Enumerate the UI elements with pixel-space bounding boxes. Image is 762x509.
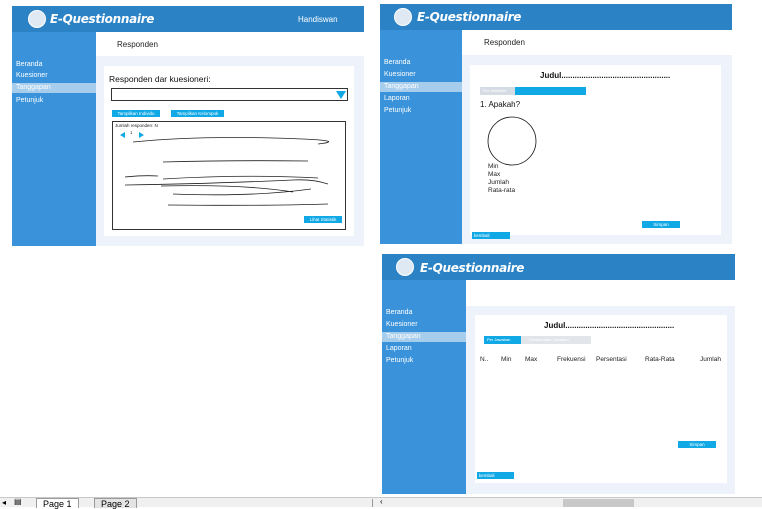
nav-petunjuk[interactable]: Petunjuk bbox=[380, 106, 462, 116]
nav-laporan[interactable]: Laporan bbox=[380, 94, 462, 104]
nav-beranda[interactable]: Beranda bbox=[12, 60, 96, 70]
question-text: 1. Apakah? bbox=[480, 100, 521, 109]
nav-beranda[interactable]: Beranda bbox=[382, 308, 466, 318]
page-title-bar-2: Responden bbox=[462, 30, 732, 55]
col-max: Max bbox=[525, 356, 538, 363]
tab-page-1[interactable]: Page 1 bbox=[36, 498, 79, 509]
tab-per-jawaban-label-3: Per Jawaban bbox=[487, 337, 511, 342]
tab-per-jawaban[interactable]: Per Jawaban bbox=[480, 87, 515, 95]
survey-title: Judul...................................… bbox=[540, 71, 671, 80]
back-button[interactable]: kembali bbox=[472, 232, 510, 239]
search-logo-icon bbox=[28, 10, 46, 28]
col-frekuensi: Frekuensi bbox=[557, 356, 586, 363]
nav-tanggapan[interactable]: Tanggapan bbox=[12, 83, 96, 93]
page-title: Responden bbox=[117, 40, 158, 49]
show-group-button[interactable]: Tampilkan Kelompok bbox=[171, 110, 224, 117]
view-statistics-button[interactable]: Lihat Statistik bbox=[304, 216, 342, 223]
app-header: E-Questionnaire Handiswan bbox=[12, 6, 364, 32]
dropdown-arrow-icon bbox=[336, 91, 346, 99]
app-header-3: E-Questionnaire bbox=[382, 254, 735, 280]
stat-jumlah: Jumlah bbox=[488, 179, 509, 186]
content-card: Responden dar kuesioneri: Tampilkan Indi… bbox=[104, 66, 354, 236]
tab-keseluruhan[interactable] bbox=[515, 87, 586, 95]
col-min: Min bbox=[501, 356, 512, 363]
content-card-2: Judul...................................… bbox=[470, 65, 721, 235]
nav-kuesioner[interactable]: Kuesioner bbox=[380, 70, 462, 80]
scroll-left-icon[interactable]: ‹ bbox=[380, 497, 383, 506]
nav-tanggapan[interactable]: Tanggapan bbox=[382, 332, 466, 342]
sidebar-2: Beranda Kuesioner Tanggapan Laporan Petu… bbox=[380, 30, 462, 244]
responses-panel: Jumlah responden: N 1 Lihat Statistik bbox=[112, 121, 346, 230]
survey-title-3: Judul...................................… bbox=[544, 321, 675, 330]
save-button[interactable]: Simpan bbox=[642, 221, 680, 228]
tab-page-2[interactable]: Page 2 bbox=[94, 498, 137, 509]
tab-per-jawaban-label: Per Jawaban bbox=[483, 88, 507, 93]
stat-rata-rata: Rata-rata bbox=[488, 187, 516, 194]
app-brand: E-Questionnaire bbox=[50, 12, 155, 26]
col-persentasi: Persentasi bbox=[596, 356, 627, 363]
page-title-bar: Responden bbox=[96, 32, 364, 56]
content-card-3: Judul...................................… bbox=[475, 315, 727, 483]
nav-tanggapan[interactable]: Tanggapan bbox=[380, 82, 462, 92]
page-title-2: Responden bbox=[484, 38, 525, 47]
main-area-2: Responden Judul.........................… bbox=[462, 30, 732, 244]
search-logo-icon bbox=[394, 8, 412, 26]
nav-beranda[interactable]: Beranda bbox=[380, 58, 462, 68]
nav-petunjuk[interactable]: Petunjuk bbox=[382, 356, 466, 366]
show-individual-button[interactable]: Tampilkan Individu bbox=[112, 110, 160, 117]
tab-per-jawaban-3[interactable]: Per Jawaban bbox=[484, 336, 521, 344]
stat-max: Max bbox=[488, 171, 501, 178]
main-area-3: Judul...................................… bbox=[466, 280, 735, 494]
sidebar: Beranda Kuesioner Tanggapan Petunjuk bbox=[12, 32, 96, 246]
tab-keseluruhan-label-3: Keseluruhan Jawaban bbox=[529, 337, 569, 342]
nav-kuesioner[interactable]: Kuesioner bbox=[12, 71, 96, 81]
search-logo-icon bbox=[396, 258, 414, 276]
app-header-2: E-Questionnaire bbox=[380, 4, 732, 30]
nav-petunjuk[interactable]: Petunjuk bbox=[12, 96, 96, 106]
responden-select[interactable] bbox=[111, 88, 348, 101]
app-brand-2: E-Questionnaire bbox=[417, 10, 522, 24]
page-title-bar-3 bbox=[466, 280, 735, 306]
back-button-3[interactable]: kembali bbox=[477, 472, 514, 479]
page-icon[interactable]: ▤ bbox=[14, 497, 22, 506]
col-jumlah: Jumlah bbox=[700, 356, 721, 363]
stat-min: Min bbox=[488, 163, 499, 170]
main-area: Responden Responden dar kuesioneri: Tamp… bbox=[96, 32, 364, 246]
save-button-3[interactable]: Simpan bbox=[678, 441, 716, 448]
tab-keseluruhan-3[interactable]: Keseluruhan Jawaban bbox=[521, 336, 591, 344]
col-rata-rata: Rata-Rata bbox=[645, 356, 675, 363]
col-n: N.. bbox=[480, 356, 489, 363]
scribble-answers bbox=[124, 137, 330, 206]
user-name[interactable]: Handiswan bbox=[298, 15, 338, 24]
app-brand-3: E-Questionnaire bbox=[420, 261, 525, 275]
nav-laporan[interactable]: Laporan bbox=[382, 344, 466, 354]
question-label: Responden dar kuesioneri: bbox=[109, 74, 211, 84]
pie-chart-placeholder bbox=[487, 116, 537, 166]
nav-kuesioner[interactable]: Kuesioner bbox=[382, 320, 466, 330]
sidebar-3: Beranda Kuesioner Tanggapan Laporan Petu… bbox=[382, 280, 466, 494]
